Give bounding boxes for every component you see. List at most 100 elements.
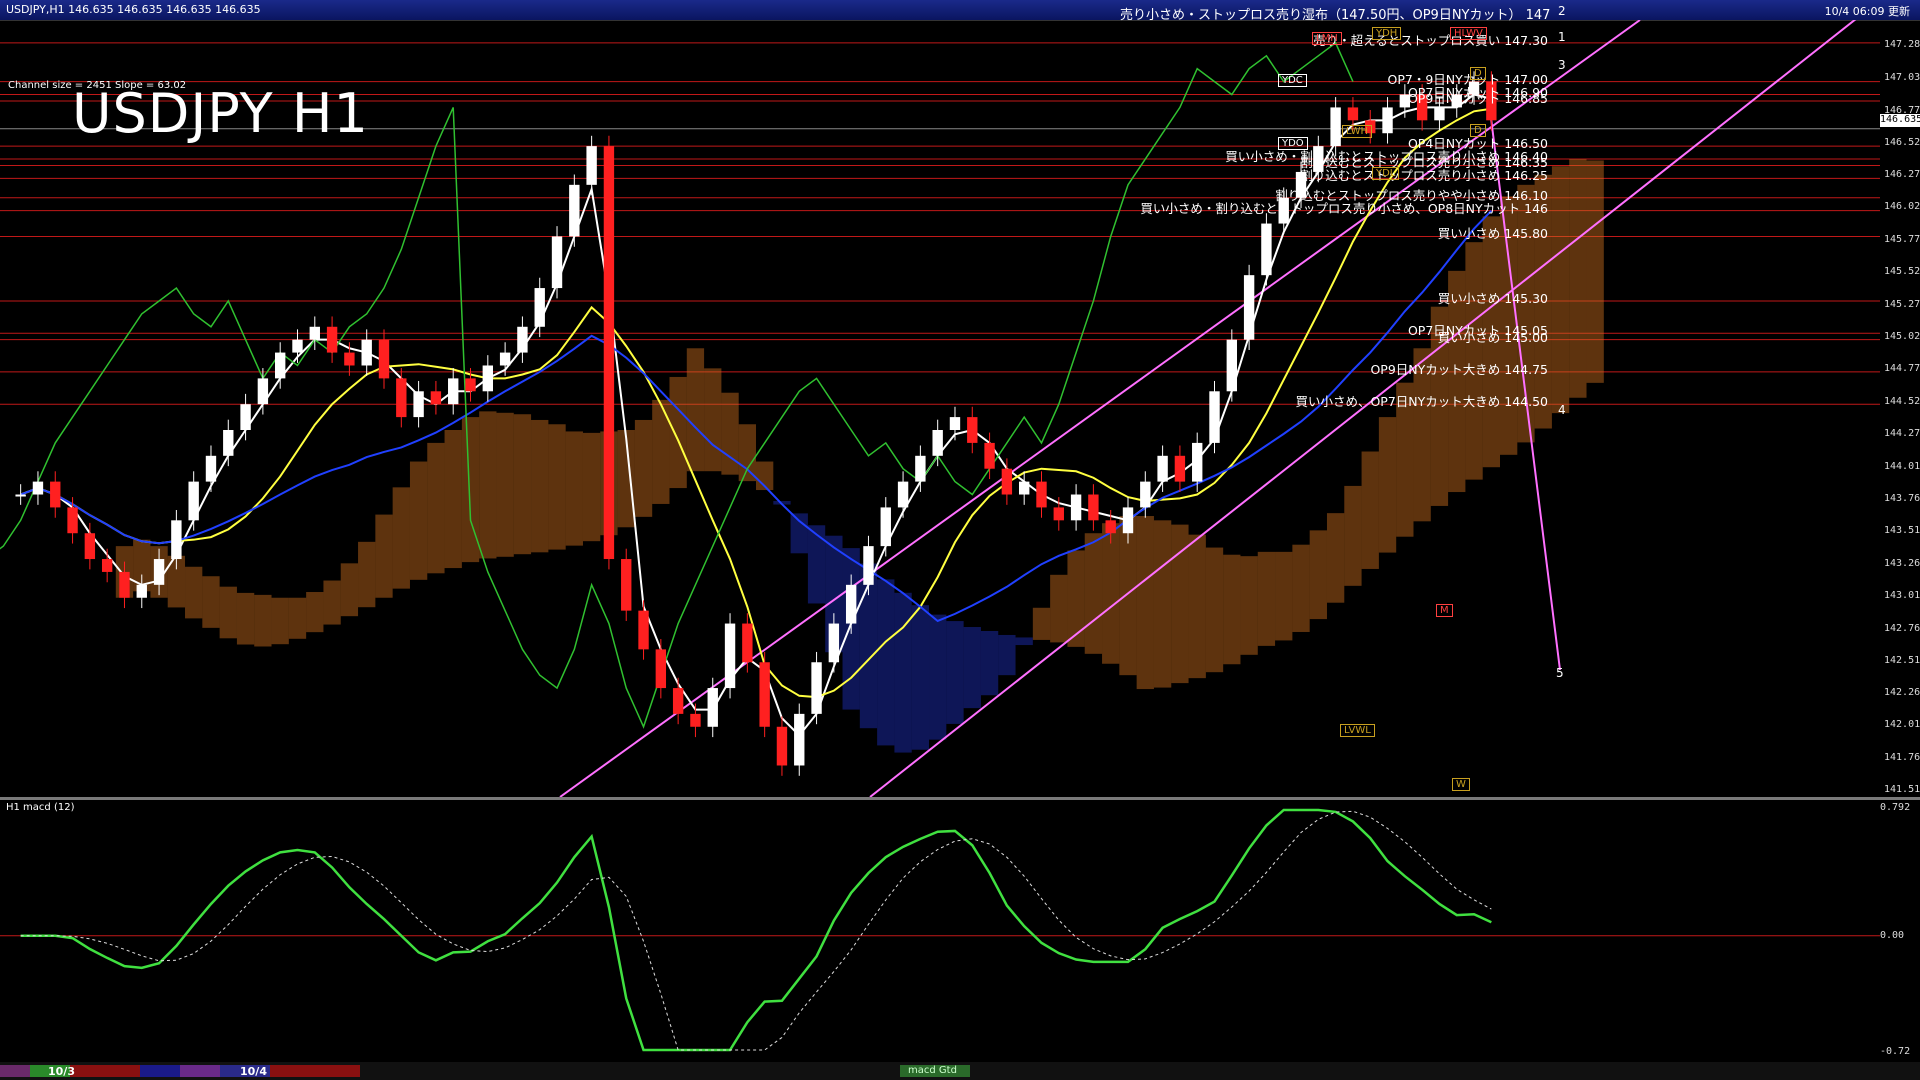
- price-axis-label: 143.765: [1884, 493, 1920, 504]
- cloud-segment: [894, 593, 911, 753]
- macd-signal-line: [21, 811, 1492, 1050]
- cloud-segment: [998, 635, 1015, 675]
- price-axis-label: 141.510: [1884, 784, 1920, 795]
- candle-body: [967, 417, 977, 443]
- candle-body: [1209, 391, 1219, 443]
- cloud-segment: [306, 592, 323, 632]
- candle-body: [33, 482, 43, 495]
- candle-body: [846, 585, 856, 624]
- candle-body: [811, 662, 821, 714]
- marker-lwh: LWH: [1342, 125, 1372, 138]
- candle-body: [759, 662, 769, 727]
- cloud-segment: [514, 414, 531, 554]
- macd-axis-bottom: -0.72: [1880, 1046, 1910, 1057]
- price-axis-label: 142.760: [1884, 623, 1920, 634]
- price-axis-label: 144.520: [1884, 396, 1920, 407]
- title-bar: USDJPY,H1 146.635 146.635 146.635 146.63…: [0, 0, 1920, 21]
- candle-body: [1002, 469, 1012, 495]
- marker-ydl: YDL: [1372, 167, 1399, 180]
- cloud-segment: [566, 431, 583, 545]
- cloud-segment: [808, 525, 825, 603]
- candle-body: [1123, 507, 1133, 533]
- candle-body: [258, 378, 268, 404]
- cloud-segment: [929, 615, 946, 740]
- candle-body: [119, 572, 129, 598]
- cloud-segment: [237, 593, 254, 645]
- candle-body: [1348, 107, 1358, 120]
- current-price-tag: 146.635: [1880, 114, 1920, 127]
- cloud-segment: [946, 621, 963, 724]
- symbol-line: USDJPY,H1 146.635 146.635 146.635 146.63…: [6, 3, 261, 16]
- candle-body: [1054, 507, 1064, 520]
- candlesticks: [15, 71, 1496, 776]
- cloud-segment: [583, 433, 600, 541]
- candle-body: [725, 624, 735, 689]
- cloud-segment: [1552, 166, 1569, 413]
- candle-body: [1088, 495, 1098, 521]
- marker-lvwl: LVWL: [1340, 724, 1375, 737]
- marker-m: M: [1436, 604, 1453, 617]
- cloud-segment: [1085, 533, 1102, 654]
- candle-body: [275, 353, 285, 379]
- cloud-segment: [964, 627, 981, 708]
- candle-body: [465, 378, 475, 391]
- date-tag-10-4: 10/4: [240, 1065, 267, 1078]
- candle-body: [223, 430, 233, 456]
- annotation-label: 買い小さめ 145.80: [1438, 223, 1548, 242]
- marker-hlwv: HLWV: [1450, 27, 1487, 40]
- candle-body: [1175, 456, 1185, 482]
- cloud-segment: [1033, 608, 1050, 640]
- price-axis-label: 144.770: [1884, 363, 1920, 374]
- cloud-segment: [912, 605, 929, 750]
- cloud-segment: [496, 413, 513, 557]
- candle-body: [604, 146, 614, 559]
- candle-body: [431, 391, 441, 404]
- candle-body: [240, 404, 250, 430]
- macd-tab[interactable]: macd Gtd: [908, 1065, 957, 1076]
- cloud-segment: [1240, 556, 1257, 655]
- candle-body: [1036, 482, 1046, 508]
- candle-body: [535, 288, 545, 327]
- candle-body: [344, 353, 354, 366]
- candle-body: [1157, 456, 1167, 482]
- candle-body: [1140, 482, 1150, 508]
- candle-body: [171, 520, 181, 559]
- cloud-segment: [358, 542, 375, 607]
- period-bar[interactable]: 10/3 10/4 macd Gtd: [0, 1062, 1920, 1080]
- marker-d-bottom: D: [1470, 124, 1486, 137]
- marker-ydh: YDH: [1372, 27, 1401, 40]
- cloud-segment: [739, 424, 756, 481]
- wave-2: 2: [1558, 4, 1566, 18]
- candle-body: [863, 546, 873, 585]
- price-axis-label: 146.275: [1884, 169, 1920, 180]
- candle-body: [188, 482, 198, 521]
- marker-ydo: YDO: [1278, 137, 1308, 150]
- channel-info: Channel size = 2451 Slope = 63.02: [8, 80, 186, 91]
- candle-body: [102, 559, 112, 572]
- candle-body: [794, 714, 804, 766]
- macd-chart[interactable]: [0, 800, 1880, 1058]
- candle-body: [206, 456, 216, 482]
- cloud-segment: [635, 420, 652, 517]
- candle-body: [50, 482, 60, 508]
- cloud-segment: [323, 581, 340, 625]
- cloud-segment: [272, 598, 289, 644]
- candle-body: [777, 727, 787, 766]
- candle-body: [621, 559, 631, 611]
- annotation-label: 買い小さめ 145.30: [1438, 288, 1548, 307]
- marker-d-top: D: [1470, 67, 1486, 80]
- candle-body: [1244, 275, 1254, 340]
- candle-body: [881, 507, 891, 546]
- candle-body: [1434, 107, 1444, 120]
- candle-body: [1192, 443, 1202, 482]
- wave-5: 5: [1556, 666, 1564, 680]
- cloud-segment: [427, 443, 444, 573]
- macd-axis-top: 0.792: [1880, 802, 1910, 813]
- price-axis-label: 146.525: [1884, 137, 1920, 148]
- cloud-segment: [1154, 520, 1171, 687]
- cloud-segment: [791, 513, 808, 553]
- candle-body: [396, 378, 406, 417]
- cloud-segment: [669, 377, 686, 488]
- cloud-segment: [220, 587, 237, 639]
- chart-title: USDJPY H1: [72, 82, 369, 145]
